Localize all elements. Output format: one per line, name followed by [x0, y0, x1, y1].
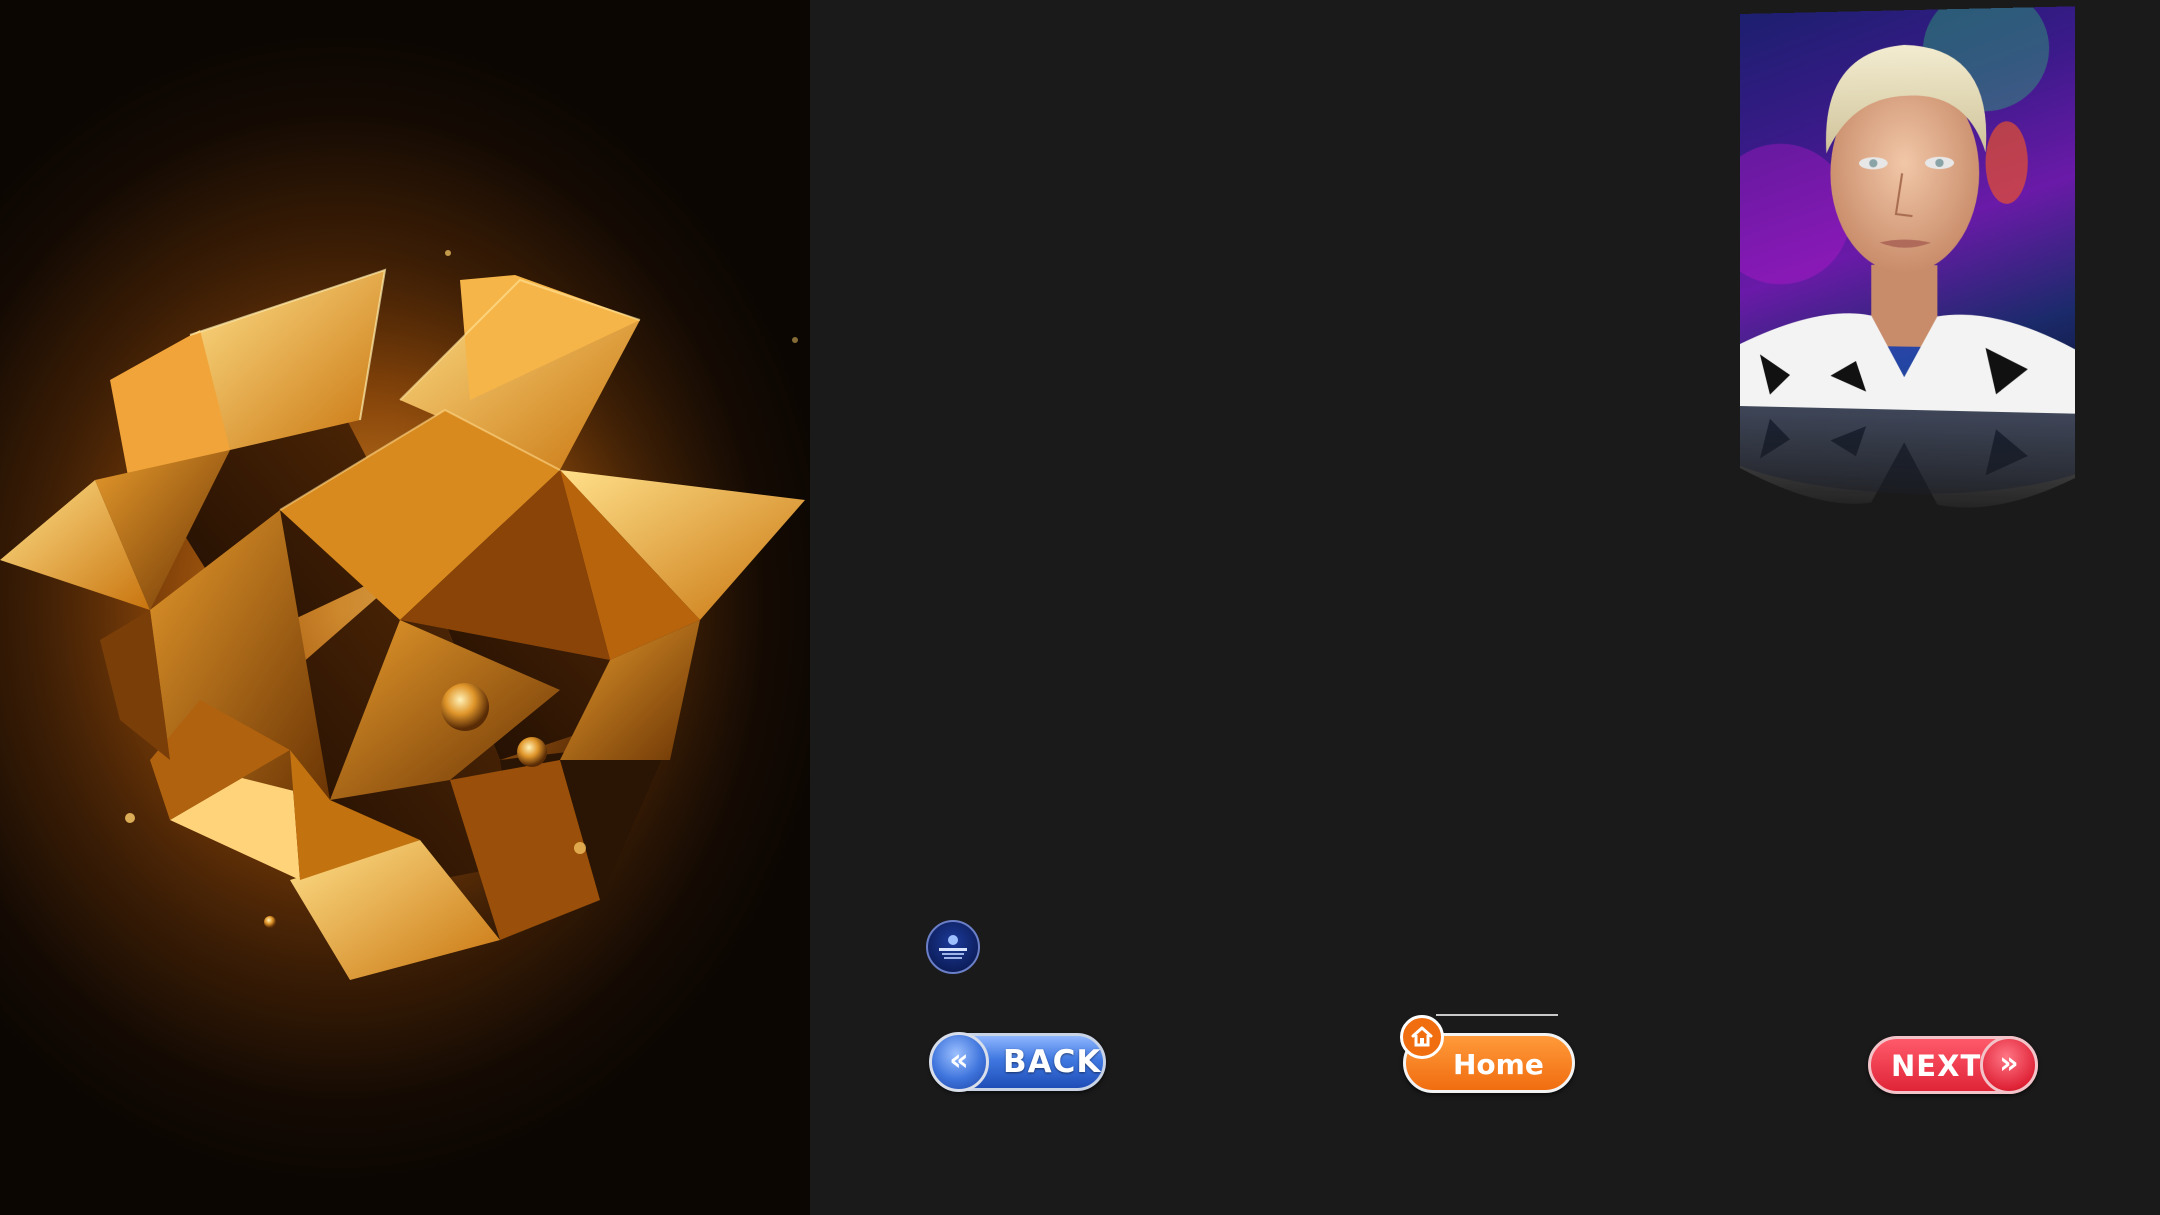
- double-chevron-left-icon: «: [929, 1032, 989, 1092]
- back-button[interactable]: « BACK: [929, 1032, 1106, 1092]
- portrait-reflection: [1740, 406, 2075, 528]
- home-button-divider: [1436, 1014, 1558, 1016]
- back-button-label: BACK: [1003, 1044, 1102, 1080]
- home-button[interactable]: Home: [1400, 1014, 1575, 1093]
- portrait-image: [1740, 6, 2075, 414]
- golden-polyhedron-artwork: [0, 0, 810, 1215]
- emblem-badge-icon: [926, 920, 980, 974]
- portrait-photo: [1740, 6, 2075, 512]
- presentation-slide: « BACK Home NEXT »: [0, 0, 2160, 1215]
- home-button-label: Home: [1453, 1048, 1544, 1081]
- double-chevron-right-icon: »: [1980, 1036, 2038, 1094]
- home-icon: [1400, 1015, 1444, 1059]
- next-button-label: NEXT: [1891, 1049, 1982, 1083]
- next-button[interactable]: NEXT »: [1868, 1036, 2038, 1094]
